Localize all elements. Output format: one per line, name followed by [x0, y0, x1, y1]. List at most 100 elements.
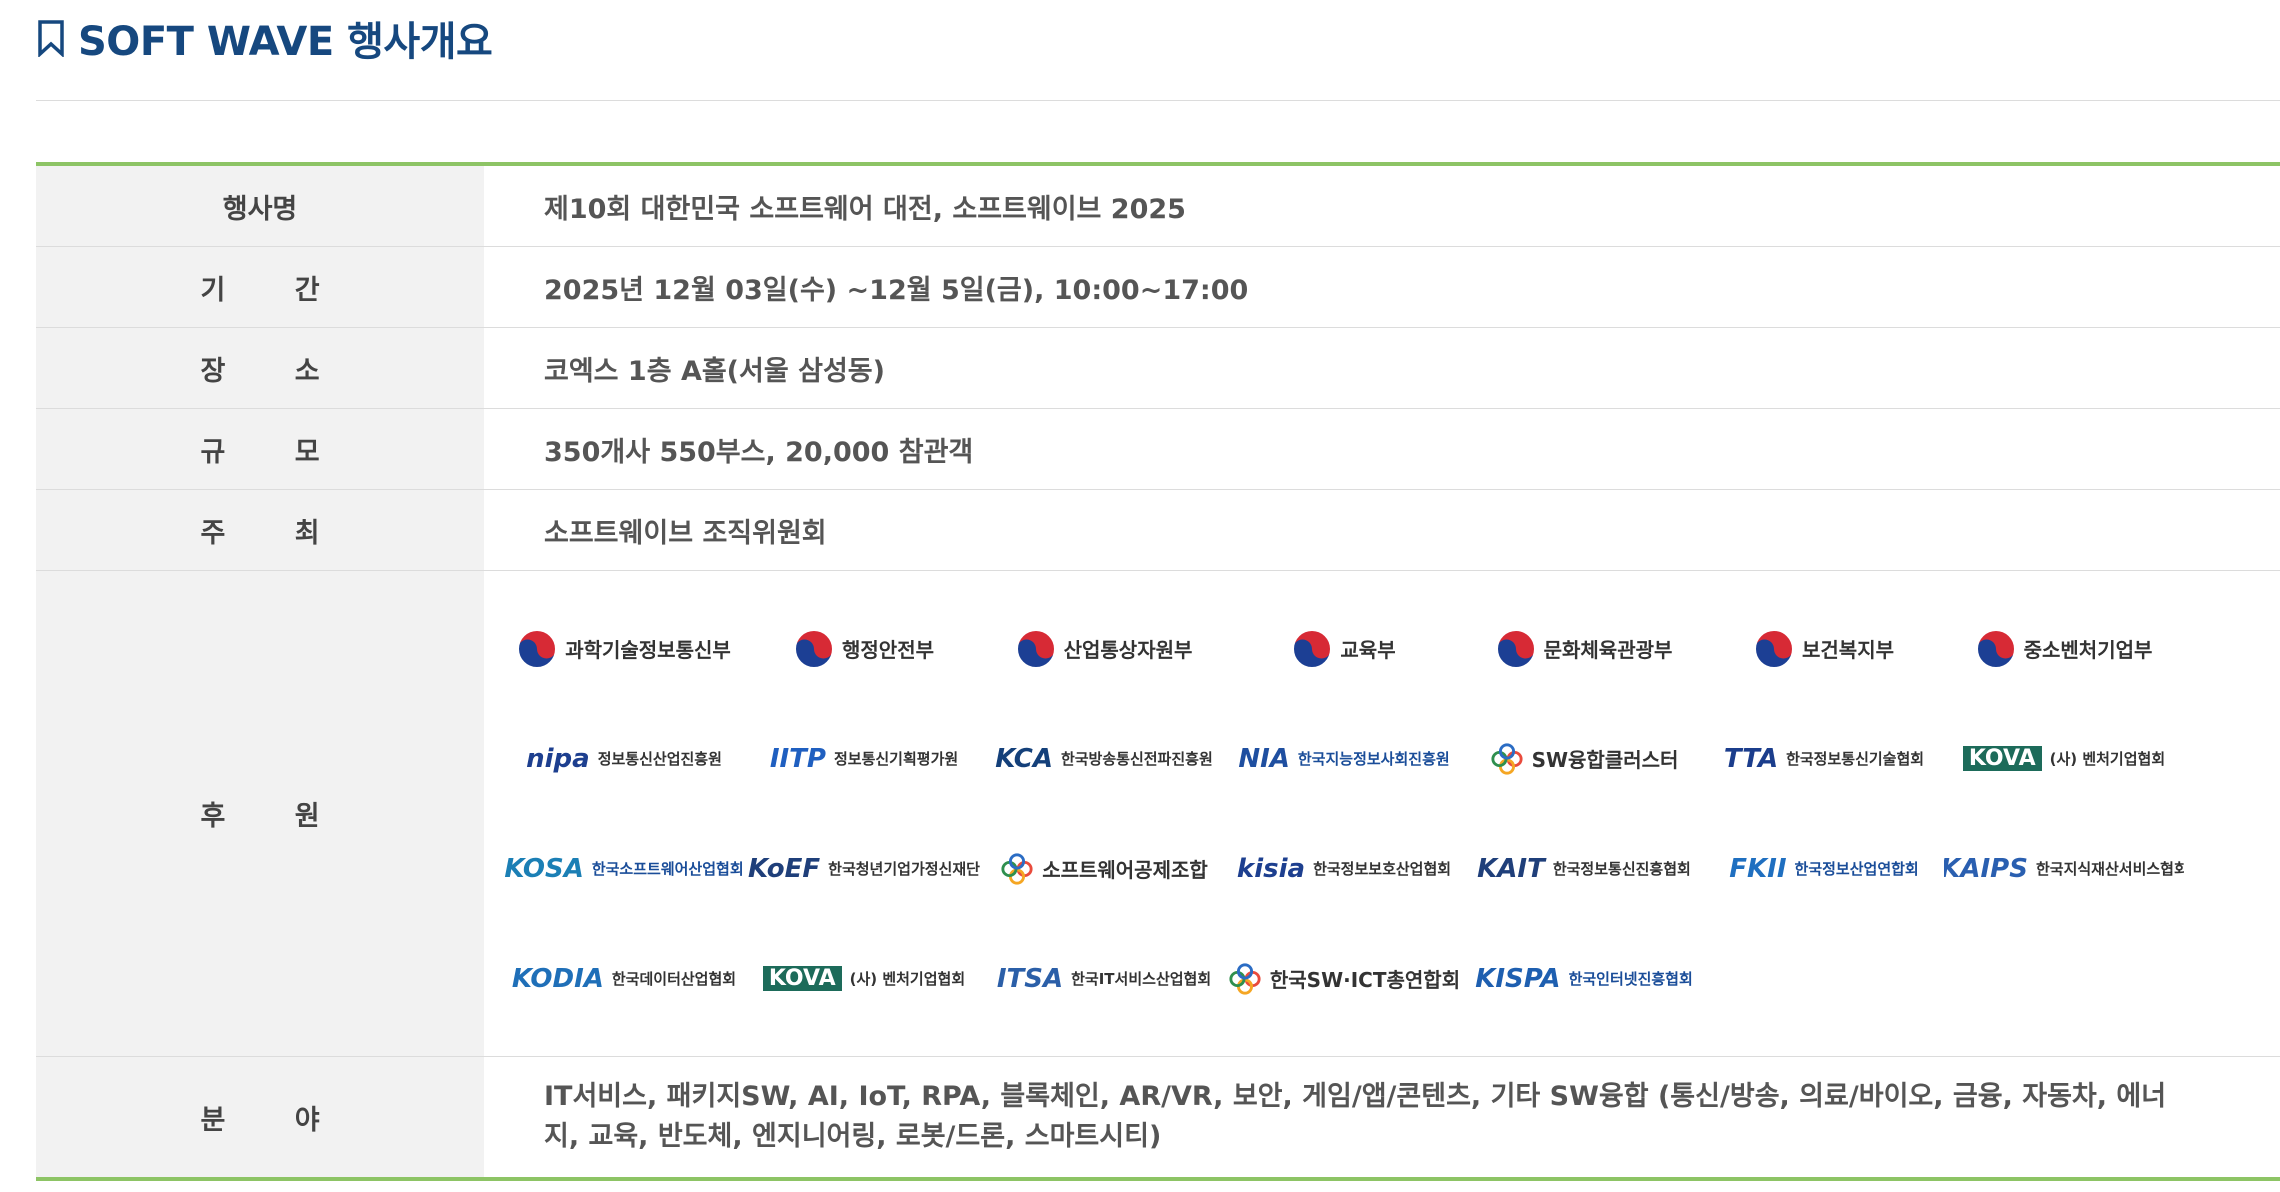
sponsor-logo: NIA 한국지능정보사회진흥원: [1224, 704, 1464, 814]
row-label: 주 최: [36, 489, 484, 571]
page-header: SOFT WAVE 행사개요: [36, 8, 493, 68]
korea-gov-emblem-icon: [1015, 628, 1056, 669]
sponsor-name: 정보통신기획평가원: [833, 750, 959, 768]
sponsor-name: 중소벤처기업부: [2023, 638, 2153, 662]
sponsor-name: 한국데이터산업협회: [611, 970, 737, 988]
sponsor-grid: 과학기술정보통신부 행정안전부 산업통상자원부 교육부 문화체육관광부 보건복지부 중소벤처…: [504, 594, 2280, 1034]
sponsor-name: 과학기술정보통신부: [565, 638, 731, 662]
event-overview-page: SOFT WAVE 행사개요 행사명 제10회 대한민국 소프트웨어 대전, 소…: [0, 0, 2280, 1192]
kova-logo-icon: KOVA: [1962, 746, 2042, 771]
kisia-logo-icon: kisia: [1236, 853, 1306, 884]
sponsor-name: 산업통상자원부: [1063, 638, 1193, 662]
sponsor-logo: KOSA 한국소프트웨어산업협회: [504, 814, 744, 924]
page-title: SOFT WAVE 행사개요: [78, 19, 493, 65]
kova-logo-icon: KOVA: [762, 966, 842, 991]
sponsor-logo: 보건복지부: [1704, 594, 1944, 704]
sponsor-logo: KISPA 한국인터넷진흥협회: [1464, 924, 1704, 1034]
row-label: 분 야: [36, 1056, 484, 1179]
sponsor-name: SW융합클러스터: [1531, 748, 1679, 772]
kispa-logo-icon: KISPA: [1475, 963, 1561, 994]
sponsor-name: 한국지능정보사회진흥원: [1297, 750, 1450, 768]
sponsor-name: 소프트웨어공제조합: [1042, 858, 1208, 882]
row-value: 소프트웨이브 조직위원회: [484, 489, 2280, 571]
sponsor-name: 한국인터넷진흥협회: [1568, 970, 1693, 988]
row-venue: 장 소 코엑스 1층 A홀(서울 삼성동): [36, 327, 2280, 409]
koef-logo-icon: KoEF: [748, 853, 821, 884]
sponsor-name: 한국정보산업연합회: [1794, 860, 1919, 878]
fkii-logo-icon: FKII: [1729, 853, 1787, 884]
sponsor-name: 한국IT서비스산업협회: [1071, 970, 1212, 988]
kaips-logo-icon: KAIPS: [1944, 853, 2028, 884]
sponsor-logo: ITSA 한국IT서비스산업협회: [984, 924, 1224, 1034]
sponsor-name: 문화체육관광부: [1543, 638, 1673, 662]
sponsor-logo: kisia 한국정보보호산업협회: [1224, 814, 1464, 924]
nia-logo-icon: NIA: [1238, 743, 1290, 774]
row-value: 제10회 대한민국 소프트웨어 대전, 소프트웨이브 2025: [484, 164, 2280, 247]
sponsor-name: 한국정보통신기술협회: [1786, 750, 1925, 768]
sponsor-logo: KCA 한국방송통신전파진흥원: [984, 704, 1224, 814]
row-host: 주 최 소프트웨이브 조직위원회: [36, 489, 2280, 571]
sponsor-logo: 문화체육관광부: [1464, 594, 1704, 704]
row-value: IT서비스, 패키지SW, AI, IoT, RPA, 블록체인, AR/VR,…: [544, 1081, 2167, 1152]
sponsor-logo: FKII 한국정보산업연합회: [1704, 814, 1944, 924]
korea-gov-emblem-icon: [1754, 628, 1794, 669]
row-value: 2025년 12월 03일(수) ~12월 5일(금), 10:00~17:00: [484, 246, 2280, 328]
row-scale: 규 모 350개사 550부스, 20,000 참관객: [36, 408, 2280, 490]
sponsor-name: 정보통신산업진흥원: [597, 750, 722, 768]
row-label: 후 원: [36, 570, 484, 1057]
sponsor-logo: IITP 정보통신기획평가원: [744, 704, 984, 814]
sponsor-logo: KAIT 한국정보통신진흥협회: [1464, 814, 1704, 924]
sponsor-name: 한국소프트웨어산업협회: [591, 860, 744, 878]
kca-logo-icon: KCA: [995, 743, 1053, 774]
row-value: 코엑스 1층 A홀(서울 삼성동): [484, 327, 2280, 409]
sponsor-logo: TTA 한국정보통신기술협회: [1704, 704, 1944, 814]
row-label: 행사명: [36, 164, 484, 247]
sponsor-logo: KOVA (사) 벤처기업협회: [744, 924, 984, 1034]
row-value: 350개사 550부스, 20,000 참관객: [484, 408, 2280, 490]
sponsor-logo: KAIPS 한국지식재산서비스협회: [1944, 814, 2184, 924]
kait-logo-icon: KAIT: [1477, 853, 1545, 884]
sponsor-logo: 중소벤처기업부: [1944, 594, 2184, 704]
korea-gov-emblem-icon: [794, 628, 834, 669]
korea-gov-emblem-icon: [1495, 628, 1536, 669]
sponsor-name: 한국정보보호산업협회: [1313, 860, 1452, 878]
sponsor-name: 한국청년기업가정신재단: [828, 860, 980, 878]
sponsor-name: 보건복지부: [1802, 638, 1894, 662]
sponsor-name: (사) 벤처기업협회: [849, 970, 966, 988]
row-period: 기 간 2025년 12월 03일(수) ~12월 5일(금), 10:00~1…: [36, 246, 2280, 328]
sponsor-name: 한국지식재산서비스협회: [2035, 860, 2184, 878]
kosa-logo-icon: KOSA: [504, 853, 584, 884]
sponsor-logo: nipa 정보통신산업진흥원: [504, 704, 744, 814]
sw-ict-federation-logo-icon: [1229, 962, 1261, 995]
iitp-logo-icon: IITP: [769, 743, 826, 774]
sponsor-logo: 산업통상자원부: [984, 594, 1224, 704]
sponsor-logo: 소프트웨어공제조합: [984, 814, 1224, 924]
korea-gov-emblem-icon: [1975, 628, 2016, 669]
sponsor-name: 한국방송통신전파진흥원: [1060, 750, 1213, 768]
overview-table: 행사명 제10회 대한민국 소프트웨어 대전, 소프트웨이브 2025 기 간 …: [36, 162, 2280, 1181]
sponsor-logo: 행정안전부: [744, 594, 984, 704]
row-event-name: 행사명 제10회 대한민국 소프트웨어 대전, 소프트웨이브 2025: [36, 164, 2280, 247]
row-label: 장 소: [36, 327, 484, 409]
sw-cluster-logo-icon: [1490, 742, 1523, 775]
row-sponsors: 후 원 과학기술정보통신부 행정안전부 산업통상자원부 교육부 문화체육관광부 보건복지부…: [36, 570, 2280, 1057]
sponsor-logo: SW융합클러스터: [1464, 704, 1704, 814]
sponsor-logo: KOVA (사) 벤처기업협회: [1944, 704, 2184, 814]
nipa-logo-icon: nipa: [526, 743, 590, 774]
sponsor-logo: 과학기술정보통신부: [504, 594, 744, 704]
sponsor-name: (사) 벤처기업협회: [2049, 750, 2166, 768]
sponsor-name: 행정안전부: [842, 638, 934, 662]
sponsor-name: 한국SW·ICT총연합회: [1269, 968, 1461, 992]
row-label: 규 모: [36, 408, 484, 490]
sponsor-logo: KODIA 한국데이터산업협회: [504, 924, 744, 1034]
sw-mutual-aid-logo-icon: [1001, 852, 1033, 885]
korea-gov-emblem-icon: [1292, 628, 1333, 669]
sponsor-logo: 한국SW·ICT총연합회: [1224, 924, 1464, 1034]
row-fields: 분 야 IT서비스, 패키지SW, AI, IoT, RPA, 블록체인, AR…: [36, 1056, 2280, 1179]
title-divider: [36, 100, 2280, 101]
korea-gov-emblem-icon: [517, 628, 558, 669]
kodia-logo-icon: KODIA: [511, 963, 604, 994]
sponsor-logo-area: 과학기술정보통신부 행정안전부 산업통상자원부 교육부 문화체육관광부 보건복지부 중소벤처…: [484, 570, 2280, 1057]
sponsor-logo: 교육부: [1224, 594, 1464, 704]
sponsor-name: 한국정보통신진흥협회: [1552, 860, 1691, 878]
